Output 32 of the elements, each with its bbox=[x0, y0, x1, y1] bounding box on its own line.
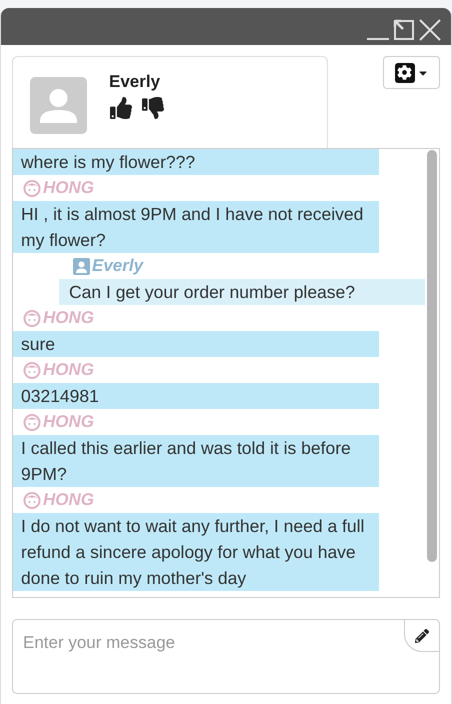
sender-name: HONG bbox=[43, 307, 94, 330]
compose-button[interactable] bbox=[404, 619, 440, 652]
face-icon bbox=[23, 361, 41, 379]
message-bubble: sure bbox=[13, 331, 379, 357]
thumbs-up-icon[interactable] bbox=[109, 96, 133, 118]
scrollbar-thumb[interactable] bbox=[427, 150, 437, 562]
user-icon bbox=[73, 258, 90, 274]
contact-name: Everly bbox=[109, 71, 162, 93]
pencil-icon bbox=[415, 628, 429, 642]
avatar bbox=[30, 77, 87, 134]
message-field[interactable]: Enter your message bbox=[23, 630, 403, 680]
restore-icon[interactable] bbox=[393, 19, 415, 41]
sender-name: HONG bbox=[43, 411, 94, 434]
message-bubble: Can I get your order number please? bbox=[59, 279, 425, 305]
message-input[interactable]: Enter your message bbox=[12, 619, 440, 694]
face-icon bbox=[23, 413, 41, 431]
message-bubble: I do not want to wait any further, I need a full refund a sincere apology for what you have done to ruin my mother's day bbox=[13, 513, 379, 591]
settings-icon bbox=[394, 62, 414, 82]
message-bubble: 03214981 bbox=[13, 383, 379, 409]
close-icon[interactable] bbox=[419, 19, 441, 41]
settings-button[interactable] bbox=[383, 56, 440, 89]
message-bubble: where is my flower??? bbox=[13, 149, 379, 175]
sender-name: HONG bbox=[43, 359, 94, 382]
thumbs-down-icon[interactable] bbox=[141, 96, 165, 118]
sender-name: HONG bbox=[43, 489, 94, 512]
sender-name: Everly bbox=[92, 255, 144, 278]
sender-name: HONG bbox=[43, 177, 94, 200]
message-bubble: I called this earlier and was told it is before 9PM? bbox=[13, 435, 379, 487]
message-bubble: HI , it is almost 9PM and I have not received my flower? bbox=[13, 201, 379, 253]
face-icon bbox=[23, 491, 41, 509]
face-icon bbox=[23, 179, 41, 197]
face-icon bbox=[23, 309, 41, 327]
